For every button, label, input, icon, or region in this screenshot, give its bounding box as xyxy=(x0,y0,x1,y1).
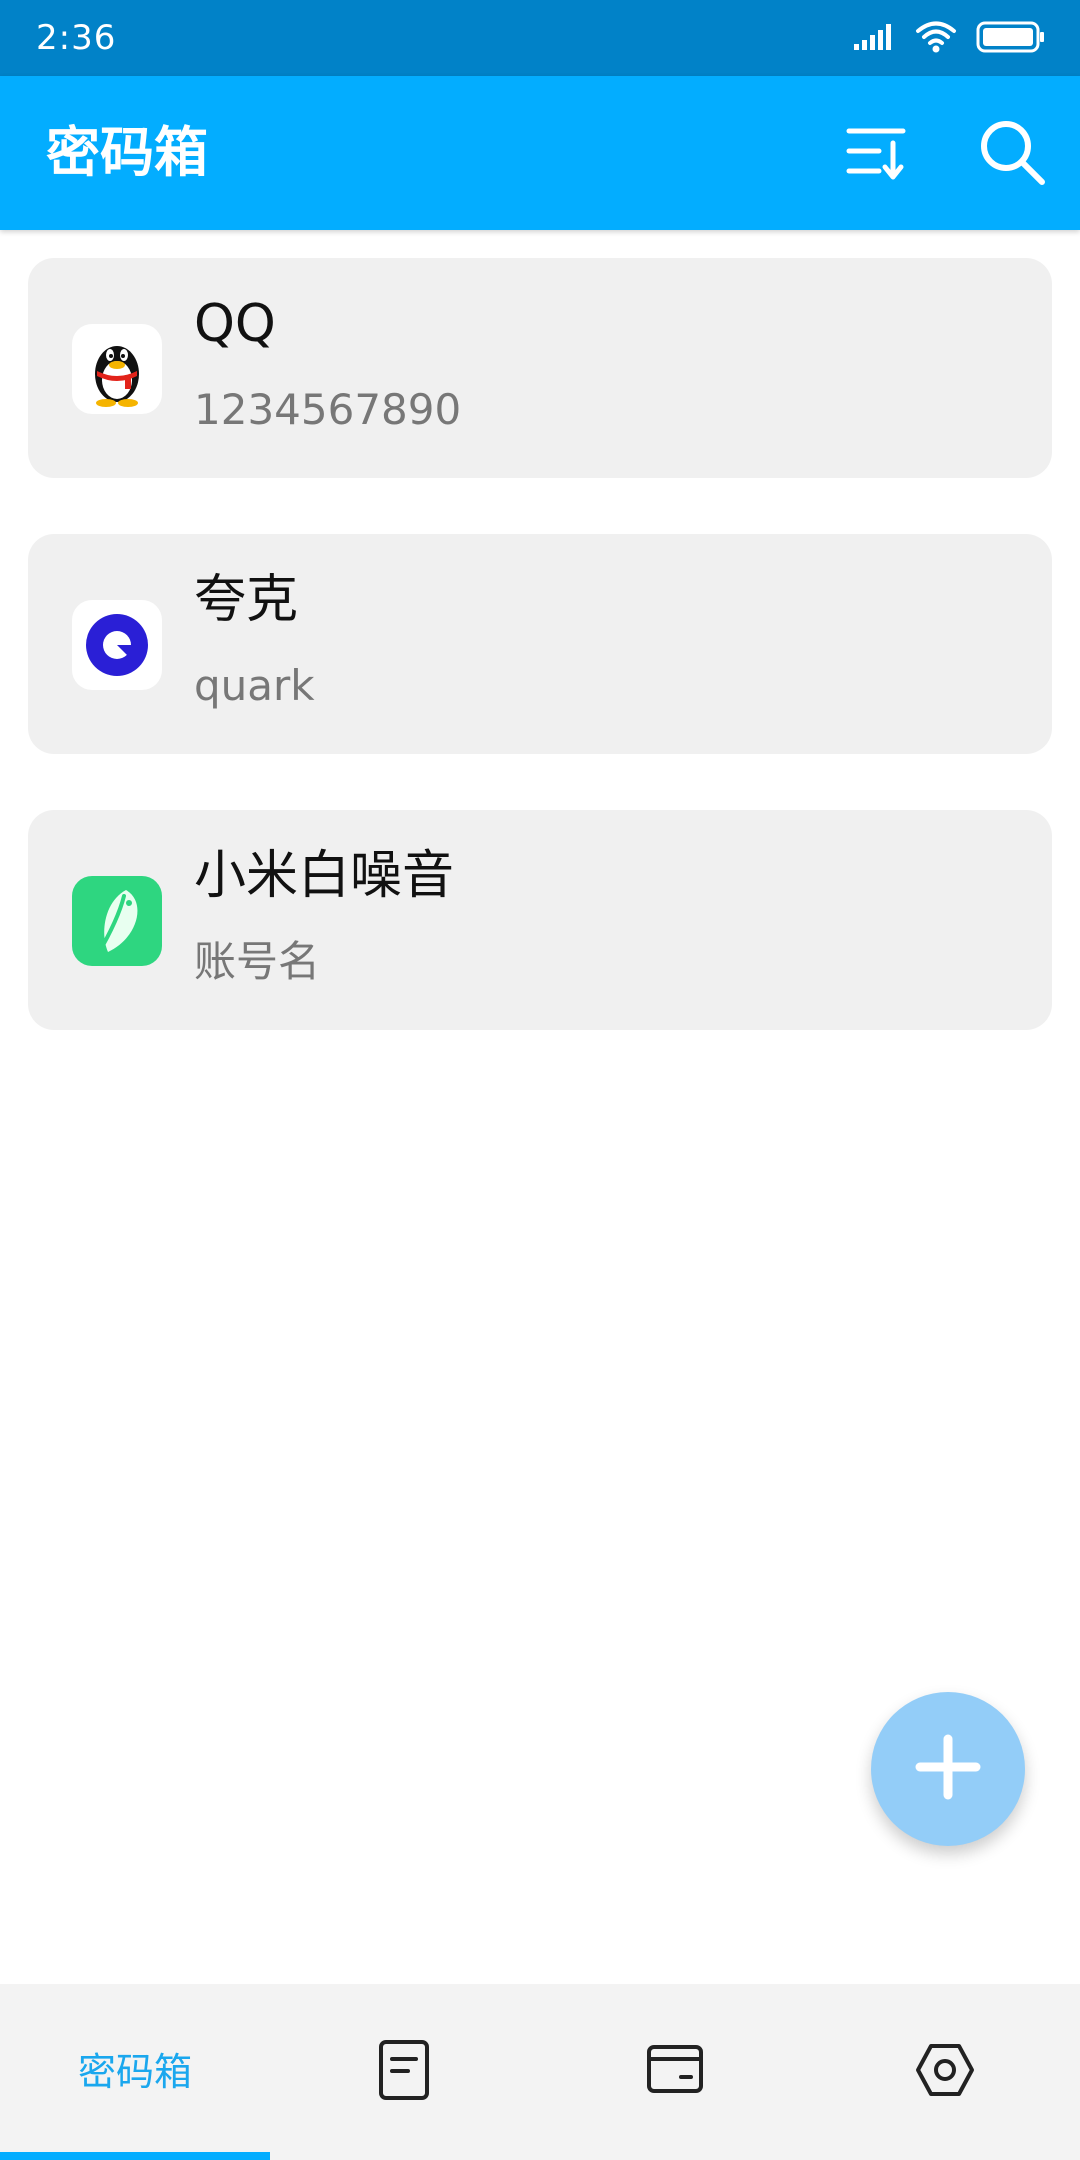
add-entry-button[interactable] xyxy=(871,1692,1025,1846)
status-time: 2:36 xyxy=(36,18,117,58)
active-tab-indicator xyxy=(0,2152,270,2160)
sort-button[interactable] xyxy=(836,114,916,194)
bottom-navigation: 密码箱 xyxy=(0,1984,1080,2160)
entry-title: QQ xyxy=(194,294,276,354)
nav-tab-notes[interactable] xyxy=(270,1984,540,2160)
entry-title: 夸克 xyxy=(194,570,299,630)
entry-title: 小米白噪音 xyxy=(194,846,455,906)
search-button[interactable] xyxy=(972,114,1052,194)
password-list: QQ 1234567890 夸克 quark 小米白噪音 账号名 xyxy=(28,258,1052,1086)
note-icon xyxy=(376,2039,434,2105)
wallet-icon xyxy=(645,2043,705,2101)
search-icon xyxy=(976,116,1048,192)
wifi-icon xyxy=(914,20,958,58)
battery-icon xyxy=(976,20,1046,58)
settings-hexagon-icon xyxy=(915,2042,975,2102)
password-entry-qq[interactable]: QQ 1234567890 xyxy=(28,258,1052,478)
nav-tab-settings[interactable] xyxy=(810,1984,1080,2160)
entry-account: 1234567890 xyxy=(194,385,462,434)
entry-account: quark xyxy=(194,661,315,710)
app-title: 密码箱 xyxy=(46,121,208,184)
password-entry-white-noise[interactable]: 小米白噪音 账号名 xyxy=(28,810,1052,1030)
nav-tab-password-box[interactable]: 密码箱 xyxy=(0,1984,270,2160)
signal-icon xyxy=(852,22,896,56)
status-bar: 2:36 xyxy=(0,0,1080,76)
nav-tab-cards[interactable] xyxy=(540,1984,810,2160)
entry-account: 账号名 xyxy=(194,937,321,986)
nav-tab-label: 密码箱 xyxy=(77,2050,192,2094)
white-noise-leaf-icon xyxy=(72,876,162,966)
password-entry-quark[interactable]: 夸克 quark xyxy=(28,534,1052,754)
plus-icon xyxy=(906,1725,990,1813)
qq-penguin-icon xyxy=(72,324,162,414)
quark-icon xyxy=(72,600,162,690)
app-bar: 密码箱 xyxy=(0,76,1080,230)
status-icons xyxy=(852,18,1046,60)
sort-icon xyxy=(841,117,911,191)
